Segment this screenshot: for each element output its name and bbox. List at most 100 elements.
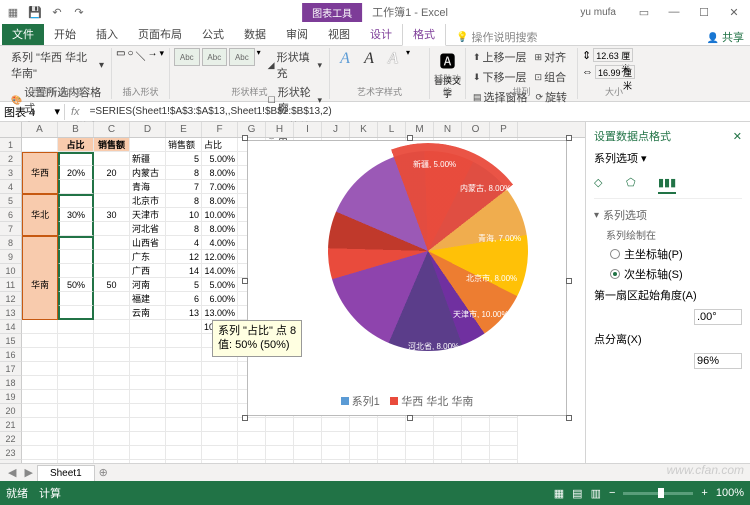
cell[interactable]: 河北省 [130,222,166,236]
tell-me-search[interactable]: 💡 操作说明搜索 [456,29,537,45]
ribbon-tab[interactable]: 页面布局 [128,23,192,45]
cell[interactable] [238,418,266,432]
column-header[interactable]: I [294,122,322,137]
row-header[interactable]: 14 [0,320,22,334]
cell[interactable]: 福建 [130,292,166,306]
cell[interactable]: 占比 [58,138,94,152]
cell[interactable] [166,390,202,404]
spreadsheet-grid[interactable]: ABCDEFGHIJKLMNOP 1占比销售额销售额占比2新疆55.00%3华西… [0,122,585,481]
new-sheet-icon[interactable]: ⊕ [95,466,112,479]
effects-tab-icon[interactable]: ⬠ [626,176,644,194]
cell[interactable] [94,432,130,446]
cell[interactable]: 新疆 [130,152,166,166]
row-header[interactable]: 16 [0,348,22,362]
cell[interactable]: 8.00% [202,222,238,236]
cell[interactable] [94,390,130,404]
cell[interactable]: 12.00% [202,250,238,264]
cell[interactable] [490,432,518,446]
cell[interactable] [202,362,238,376]
column-header[interactable]: C [94,122,130,137]
cell[interactable] [94,418,130,432]
cell[interactable] [202,418,238,432]
shape-line-icon[interactable]: ＼ [136,48,146,63]
cell[interactable] [58,292,94,306]
cell[interactable]: 内蒙古 [130,166,166,180]
row-header[interactable]: 2 [0,152,22,166]
cell[interactable] [94,264,130,278]
column-header[interactable]: F [202,122,238,137]
cell[interactable]: 10 [166,208,202,222]
cell[interactable] [406,446,434,460]
wordart-preset[interactable]: A [334,48,356,70]
cell[interactable] [462,418,490,432]
cell[interactable] [58,236,94,250]
cell[interactable]: 销售额 [94,138,130,152]
cell[interactable] [58,348,94,362]
cell[interactable]: 5 [166,278,202,292]
cell[interactable] [294,432,322,446]
cell[interactable] [166,320,202,334]
cell[interactable] [166,404,202,418]
cell[interactable] [294,418,322,432]
cell[interactable]: 河南 [130,278,166,292]
cell[interactable]: 4.00% [202,236,238,250]
cell[interactable]: 7 [166,180,202,194]
cell[interactable] [58,222,94,236]
shape-style-preset[interactable]: Abc [174,48,200,66]
column-header[interactable]: G [238,122,266,137]
row-header[interactable]: 21 [0,418,22,432]
cell[interactable]: 天津市 [130,208,166,222]
cell[interactable] [58,152,94,166]
ribbon-tab[interactable]: 公式 [192,23,234,45]
align-dropdown[interactable]: ⊞ 对齐 [532,48,570,66]
cell[interactable] [202,376,238,390]
cell[interactable] [378,446,406,460]
explosion-input[interactable]: 96% [694,353,742,369]
cell[interactable] [94,404,130,418]
cell[interactable] [58,446,94,460]
angle-input[interactable]: .00° [694,309,742,325]
cell[interactable] [22,292,58,306]
fill-tab-icon[interactable]: ◇ [594,176,612,194]
cell[interactable]: 8.00% [202,166,238,180]
cell[interactable] [166,376,202,390]
cell[interactable] [294,446,322,460]
cell[interactable]: 华北 [22,208,58,222]
cell[interactable]: 30 [94,208,130,222]
cell[interactable] [94,152,130,166]
cell[interactable]: 14.00% [202,264,238,278]
cell[interactable] [22,264,58,278]
cell[interactable] [94,236,130,250]
cell[interactable] [434,418,462,432]
cell[interactable] [130,138,166,152]
cell[interactable] [22,320,58,334]
cell[interactable]: 12 [166,250,202,264]
cell[interactable] [130,376,166,390]
ribbon-tab[interactable]: 视图 [318,23,360,45]
cell[interactable] [130,404,166,418]
cell[interactable]: 10.00% [202,208,238,222]
cell[interactable]: 山西省 [130,236,166,250]
cell[interactable] [94,348,130,362]
wordart-preset[interactable]: A [382,48,404,70]
cell[interactable] [166,334,202,348]
cell[interactable] [322,418,350,432]
cell[interactable] [94,306,130,320]
cell[interactable] [266,432,294,446]
redo-icon[interactable]: ↷ [70,3,88,21]
page-break-icon[interactable]: ▥ [591,487,601,500]
cell[interactable]: 30% [58,208,94,222]
cell[interactable] [22,236,58,250]
cell[interactable] [350,418,378,432]
row-header[interactable]: 19 [0,390,22,404]
cell[interactable] [202,390,238,404]
cell[interactable] [22,404,58,418]
shape-fill-dropdown[interactable]: ◢ 形状填充 ▾ [265,48,325,82]
shape-style-preset[interactable]: Abc [202,48,228,66]
page-layout-icon[interactable]: ▤ [572,487,582,500]
cell[interactable] [434,432,462,446]
cell[interactable]: 广东 [130,250,166,264]
cell[interactable]: 7.00% [202,180,238,194]
row-header[interactable]: 3 [0,166,22,180]
shape-rect-icon[interactable]: ▭ [116,48,125,59]
